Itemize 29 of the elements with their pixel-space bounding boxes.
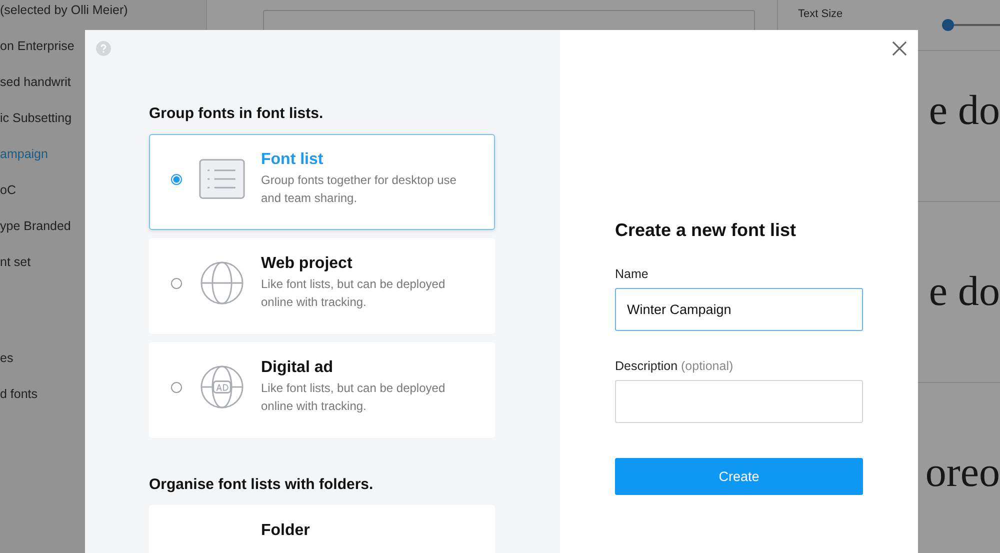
input-field[interactable]	[615, 380, 863, 423]
radio-button[interactable]	[171, 382, 182, 392]
close-icon[interactable]	[892, 41, 907, 56]
input-field[interactable]: Winter Campaign	[615, 288, 863, 331]
radio-button[interactable]	[171, 174, 182, 184]
option-title: Folder	[261, 522, 310, 540]
font-preview-text: e do	[928, 87, 1000, 135]
list-icon	[199, 157, 245, 201]
font-preview-text: oreo	[925, 449, 1000, 497]
option-card[interactable]: Web project Like font lists, but can be deployed online with tracking.	[149, 238, 495, 334]
form-title: Create a new font list	[615, 220, 798, 241]
option-card[interactable]: Digital ad Like font lists, but can be deployed online with tracking.	[149, 342, 495, 438]
option-title: Web project	[261, 255, 354, 273]
option-description: Like font lists, but can be deployed online with tracking.	[261, 380, 446, 414]
option-card[interactable]: Font list Group fonts together for desktop use and team sharing.	[149, 134, 495, 230]
text-size-label: Text Size	[798, 8, 844, 20]
section-heading: Organise font lists with folders.	[149, 476, 374, 493]
field-label: Description (optional)	[615, 359, 734, 373]
option-title: Font list	[261, 151, 324, 169]
option-card[interactable]: Folder	[149, 505, 495, 553]
option-description: Like font lists, but can be deployed online with tracking.	[261, 276, 446, 310]
radio-button[interactable]	[171, 278, 182, 288]
globe-ad-icon	[199, 365, 245, 409]
option-title: Digital ad	[261, 359, 334, 377]
section-heading: Group fonts in font lists.	[149, 105, 324, 122]
option-description: Group fonts together for desktop use and team sharing.	[261, 172, 458, 206]
field-label: Name	[615, 267, 650, 281]
globe-icon	[199, 261, 245, 305]
font-preview-text: e do	[928, 268, 1000, 316]
